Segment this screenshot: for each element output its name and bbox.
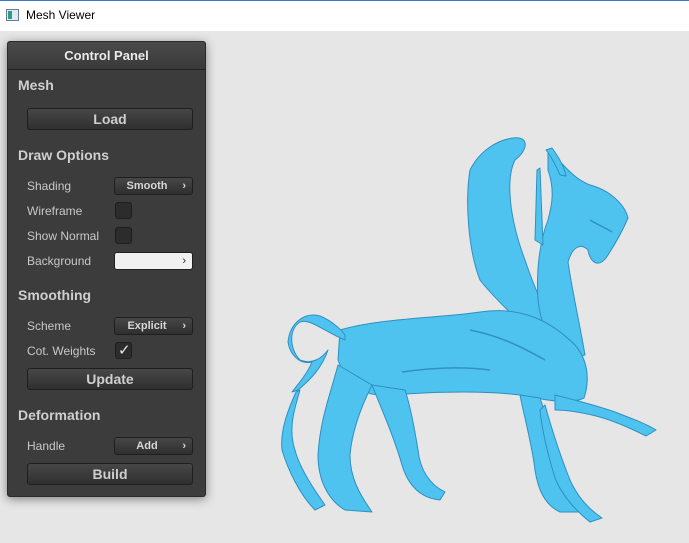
handle-dropdown[interactable]: Add › xyxy=(114,437,193,455)
mesh-leg xyxy=(371,384,446,501)
scheme-dropdown[interactable]: Explicit › xyxy=(114,317,193,335)
shading-label: Shading xyxy=(27,179,72,193)
scheme-label: Scheme xyxy=(27,319,72,333)
shading-dropdown[interactable]: Smooth › xyxy=(114,177,193,195)
load-button[interactable]: Load xyxy=(27,108,193,130)
show-normal-label: Show Normal xyxy=(27,229,100,243)
mesh-leg xyxy=(554,394,657,437)
wireframe-checkbox[interactable] xyxy=(115,202,132,219)
mesh-leg xyxy=(317,364,373,513)
scheme-value: Explicit xyxy=(127,320,167,332)
app-icon xyxy=(6,9,19,21)
cot-weights-label: Cot. Weights xyxy=(27,344,96,358)
control-panel: Control Panel Mesh Load Draw Options Sha… xyxy=(7,41,206,497)
checkmark-icon: ✓ xyxy=(118,342,131,359)
wireframe-label: Wireframe xyxy=(27,204,83,218)
section-mesh-heading: Mesh xyxy=(18,77,54,93)
show-normal-checkbox[interactable] xyxy=(115,227,132,244)
build-button[interactable]: Build xyxy=(27,463,193,485)
handle-label: Handle xyxy=(27,439,66,453)
chevron-right-icon: › xyxy=(182,180,186,192)
section-smoothing-heading: Smoothing xyxy=(18,287,92,303)
cot-weights-checkbox[interactable]: ✓ xyxy=(115,342,132,359)
handle-value: Add xyxy=(136,440,158,452)
panel-title[interactable]: Control Panel xyxy=(8,42,205,70)
shading-value: Smooth xyxy=(126,180,168,192)
chevron-right-icon: › xyxy=(182,320,186,332)
window-title: Mesh Viewer xyxy=(26,8,96,22)
chevron-right-icon: › xyxy=(182,255,186,267)
section-deformation-heading: Deformation xyxy=(18,407,101,423)
update-button[interactable]: Update xyxy=(27,368,193,390)
background-color-button[interactable]: › xyxy=(114,252,193,270)
section-draw-options-heading: Draw Options xyxy=(18,147,110,163)
chevron-right-icon: › xyxy=(182,440,186,452)
window-title-bar: Mesh Viewer xyxy=(0,0,689,31)
background-label: Background xyxy=(27,254,92,268)
mesh-horn xyxy=(534,167,544,246)
